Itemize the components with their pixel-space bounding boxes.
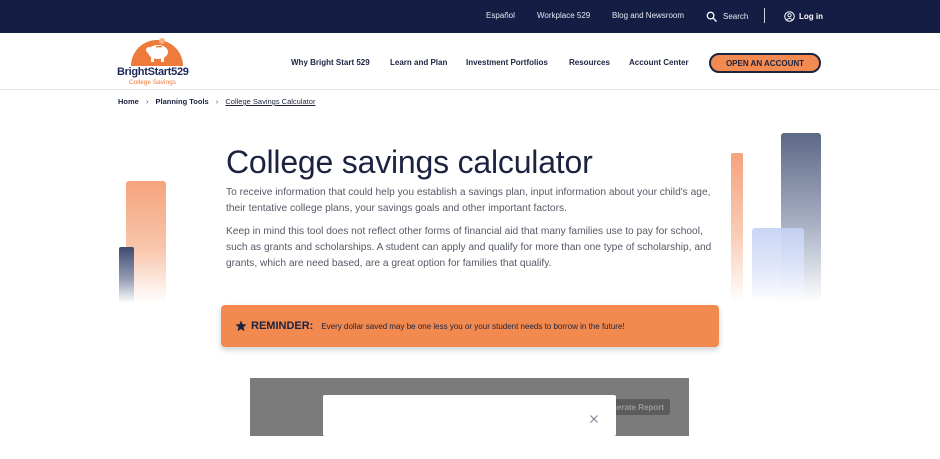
main-nav: BrightStart529 College Savings Why Brigh… [0, 33, 940, 90]
open-account-button[interactable]: OPEN AN ACCOUNT [709, 53, 821, 73]
breadcrumb-chevron-icon: › [215, 97, 219, 106]
search-icon [706, 11, 717, 22]
search-label: Search [723, 11, 749, 21]
breadcrumb-home[interactable]: Home [118, 97, 139, 106]
nav-account-center[interactable]: Account Center [629, 58, 689, 67]
calculator-embed: Generate Report [250, 378, 689, 436]
piggy-bank-logo-icon [131, 38, 183, 66]
logo-brand-text: BrightStart529 [117, 66, 189, 78]
page-title: College savings calculator [226, 144, 593, 180]
modal-dialog [323, 395, 616, 436]
user-icon [784, 10, 795, 22]
breadcrumb-chevron-icon: › [145, 97, 149, 106]
nav-learn-and-plan[interactable]: Learn and Plan [390, 58, 447, 67]
reminder-banner: REMINDER: Every dollar saved may be one … [221, 305, 719, 347]
nav-why-bright-start[interactable]: Why Bright Start 529 [291, 58, 370, 67]
search-button[interactable]: Search [706, 9, 748, 23]
breadcrumb-current[interactable]: College Savings Calculator [225, 97, 315, 106]
logo-subtitle: College Savings [129, 79, 176, 86]
workplace-529-link[interactable]: Workplace 529 [537, 11, 590, 20]
close-icon[interactable] [589, 414, 599, 424]
nav-resources[interactable]: Resources [569, 58, 610, 67]
reminder-text: Every dollar saved may be one less you o… [321, 321, 625, 331]
utility-bar: Español Workplace 529 Blog and Newsroom … [0, 0, 940, 33]
intro-paragraph: To receive information that could help y… [226, 187, 711, 214]
login-label: Log in [799, 11, 823, 21]
decorative-bar-blue-right [752, 228, 804, 303]
brightstart-logo[interactable]: BrightStart529 College Savings [117, 36, 197, 88]
star-icon [235, 320, 247, 332]
login-button[interactable]: Log in [784, 9, 823, 23]
topbar-divider [764, 8, 765, 23]
nav-investment-portfolios[interactable]: Investment Portfolios [466, 58, 548, 67]
blog-newsroom-link[interactable]: Blog and Newsroom [612, 11, 684, 20]
breadcrumb: Home › Planning Tools › College Savings … [118, 97, 315, 106]
reminder-label: REMINDER: [251, 320, 314, 332]
decorative-bar-orange-right [731, 153, 743, 303]
financial-aid-paragraph: Keep in mind this tool does not reflect … [226, 226, 712, 269]
decorative-bar-navy-left [119, 247, 134, 303]
breadcrumb-planning-tools[interactable]: Planning Tools [156, 97, 209, 106]
espanol-link[interactable]: Español [486, 11, 515, 20]
